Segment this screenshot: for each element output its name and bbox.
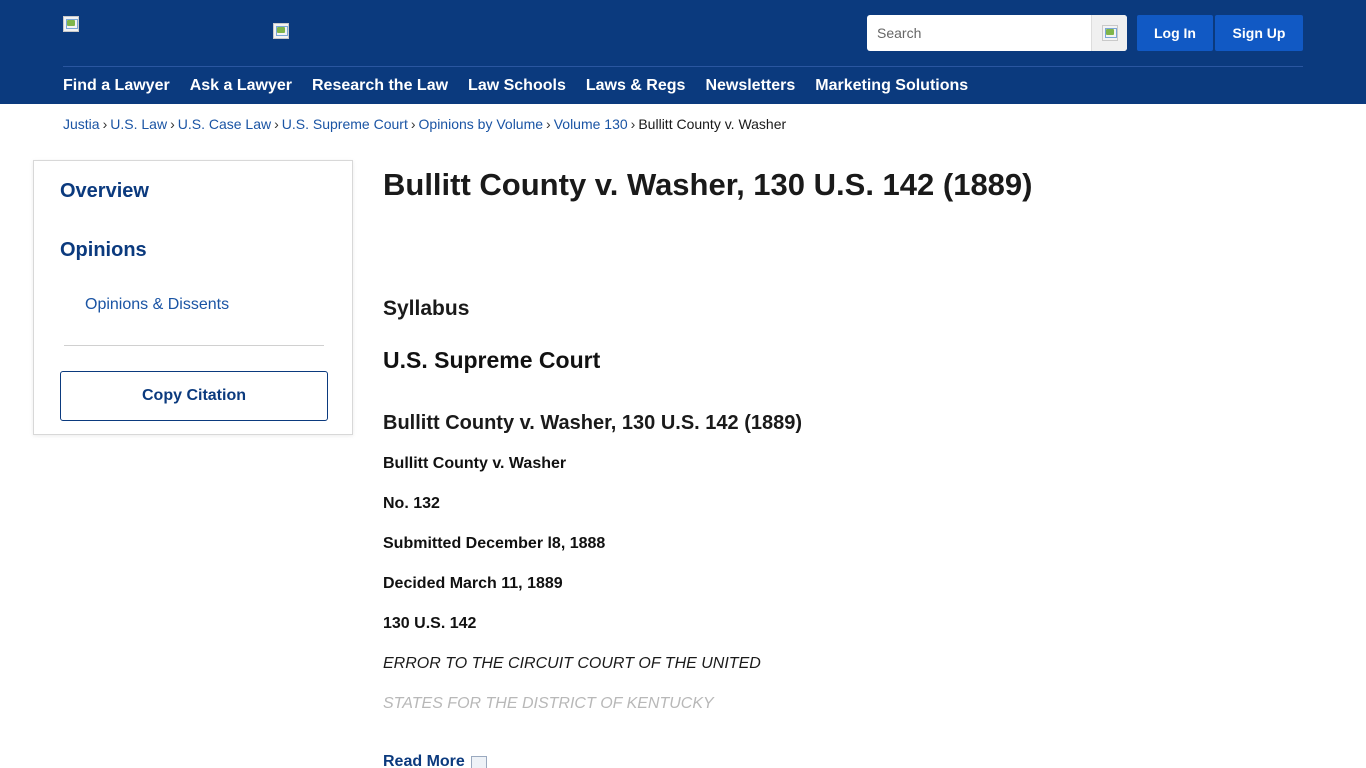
justia-logo[interactable]	[63, 16, 79, 32]
breadcrumb-separator: ›	[630, 116, 636, 132]
court-name: U.S. Supreme Court	[383, 347, 601, 373]
breadcrumb-separator: ›	[410, 116, 416, 132]
nav-newsletters[interactable]: Newsletters	[705, 76, 795, 96]
signup-button[interactable]: Sign Up	[1215, 15, 1303, 51]
site-header: Log In Sign Up Find a Lawyer Ask a Lawye…	[0, 0, 1366, 104]
broken-image-icon	[273, 23, 289, 39]
breadcrumb-link[interactable]: U.S. Law	[110, 116, 167, 132]
external-page-icon	[470, 756, 487, 768]
broken-image-icon	[1101, 25, 1118, 41]
nav-find-a-lawyer[interactable]: Find a Lawyer	[63, 76, 170, 96]
nav-ask-a-lawyer[interactable]: Ask a Lawyer	[190, 76, 292, 96]
syllabus-heading: Syllabus	[383, 297, 470, 320]
breadcrumb-separator: ›	[170, 116, 175, 132]
page-title: Bullitt County v. Washer, 130 U.S. 142 (…	[383, 167, 1033, 202]
nav-laws-and-regs[interactable]: Laws & Regs	[586, 76, 686, 96]
breadcrumb-separator: ›	[102, 116, 108, 132]
case-sidebar: Overview Opinions Opinions & Dissents Co…	[33, 160, 353, 435]
docket-number: No. 132	[383, 495, 440, 512]
error-text-line-1: ERROR TO THE CIRCUIT COURT OF THE UNITED	[383, 655, 761, 672]
decided-date: Decided March 11, 1889	[383, 575, 563, 592]
search-button[interactable]	[1091, 15, 1127, 51]
breadcrumb-link[interactable]: Volume 130	[554, 116, 628, 132]
breadcrumb-separator: ›	[274, 116, 279, 132]
breadcrumb-current: Bullitt County v. Washer	[638, 116, 787, 132]
sidebar-opinions-link[interactable]: Opinions	[60, 239, 147, 262]
login-button[interactable]: Log In	[1137, 15, 1213, 51]
nav-research-the-law[interactable]: Research the Law	[312, 76, 448, 96]
search-box	[867, 15, 1127, 51]
nav-marketing-solutions[interactable]: Marketing Solutions	[815, 76, 968, 96]
search-input[interactable]	[867, 15, 1091, 51]
submitted-date: Submitted December l8, 1888	[383, 535, 606, 552]
read-more-label: Read More	[383, 753, 465, 768]
breadcrumb-link[interactable]: U.S. Supreme Court	[282, 116, 408, 132]
copy-citation-button[interactable]: Copy Citation	[60, 371, 328, 421]
sidebar-divider	[64, 345, 324, 346]
breadcrumb-link[interactable]: Justia	[63, 116, 100, 132]
citation: 130 U.S. 142	[383, 615, 477, 632]
main-nav: Find a Lawyer Ask a Lawyer Research the …	[63, 76, 988, 96]
breadcrumb-separator: ›	[546, 116, 551, 132]
read-more-link[interactable]: Read More	[383, 753, 487, 768]
error-text-line-2: STATES FOR THE DISTRICT OF KENTUCKY	[383, 695, 714, 712]
case-name: Bullitt County v. Washer	[383, 455, 567, 472]
broken-image-icon	[63, 16, 79, 32]
breadcrumb-link[interactable]: U.S. Case Law	[178, 116, 271, 132]
secondary-logo[interactable]	[273, 23, 289, 39]
case-title: Bullitt County v. Washer, 130 U.S. 142 (…	[383, 412, 803, 434]
breadcrumb: Justia › U.S. Law › U.S. Case Law › U.S. Supre…	[63, 116, 786, 132]
sidebar-overview-link[interactable]: Overview	[60, 180, 149, 203]
nav-law-schools[interactable]: Law Schools	[468, 76, 566, 96]
sidebar-opinions-dissents-link[interactable]: Opinions & Dissents	[85, 296, 229, 314]
breadcrumb-link[interactable]: Opinions by Volume	[419, 116, 544, 132]
header-divider	[63, 66, 1303, 67]
